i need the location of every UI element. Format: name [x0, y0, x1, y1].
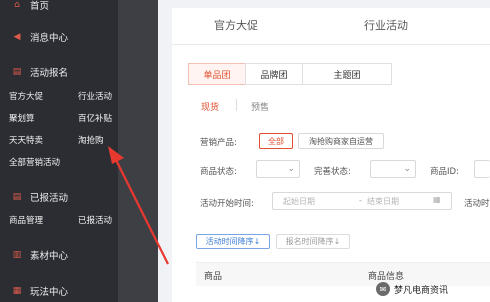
sidebar-item-messages[interactable]: ◀ 消息中心: [0, 28, 118, 46]
sidebar-item-assets[interactable]: ▥ 素材中心: [0, 246, 118, 264]
product-status-select[interactable]: ⌄: [256, 160, 300, 178]
sidebar-item-label: 首页: [30, 1, 50, 12]
sidebar-item-label: 素材中心: [30, 251, 69, 262]
product-status-label: 商品状态:: [200, 167, 237, 177]
tab-divider: [172, 44, 490, 45]
sort-by-activity-time[interactable]: 活动时间降序↓: [196, 234, 270, 249]
chevron-down-icon: ⌄: [403, 164, 411, 174]
tab-industry[interactable]: 行业活动: [364, 17, 408, 33]
document-icon: ▤: [12, 67, 22, 77]
sidebar-item-home[interactable]: ⌂ 首页: [0, 0, 118, 14]
activity-time-label: 活动时: [464, 199, 490, 209]
sidebar-gap: [118, 0, 158, 302]
watermark-text: 梦凡电商资讯: [394, 285, 449, 296]
sidebar-item-label: 活动报名: [30, 68, 69, 79]
completeness-select[interactable]: ⌄: [370, 160, 416, 178]
sidebar-sub-industry[interactable]: 行业活动: [78, 90, 112, 102]
sidebar-sub-subsidy[interactable]: 百亿补贴: [78, 112, 112, 124]
content-card: [172, 8, 490, 302]
subtab-separator: [236, 99, 237, 111]
chip-merchant-self[interactable]: 淘抢购商家自运营: [298, 133, 384, 149]
sidebar-item-activity-signup[interactable]: ▤ 活动报名: [0, 63, 118, 81]
sidebar-sub-all-marketing[interactable]: 全部营销活动: [9, 156, 60, 168]
document-icon: ▤: [12, 192, 22, 202]
sidebar-sub-daily-sale[interactable]: 天天特卖: [9, 134, 43, 146]
segment-single-product[interactable]: 单品团: [188, 63, 246, 85]
sidebar-sub-product-manage[interactable]: 商品管理: [9, 214, 43, 226]
sidebar-item-label: 已报活动: [30, 193, 69, 204]
tab-official-promo[interactable]: 官方大促: [214, 17, 258, 33]
box-icon: ▥: [12, 250, 22, 260]
subtab-in-stock[interactable]: 现货: [201, 100, 219, 113]
product-id-label: 商品ID:: [430, 167, 459, 177]
gift-icon: ▦: [12, 286, 22, 296]
start-date-placeholder: 起始日期: [283, 197, 315, 206]
watermark: ✉ 梦凡电商资讯: [376, 282, 448, 296]
col-product: 商品: [204, 272, 223, 282]
home-icon: ⌂: [14, 0, 20, 10]
sidebar-item-joined[interactable]: ▤ 已报活动: [0, 188, 118, 206]
segment-brand[interactable]: 品牌团: [245, 63, 303, 85]
sidebar: ⌂ 首页 ◀ 消息中心 ▤ 活动报名 官方大促 行业活动 聚划算 百亿补贴 天天…: [0, 0, 118, 302]
sidebar-item-label: 玩法中心: [30, 287, 69, 298]
calendar-icon: ▦: [433, 195, 441, 204]
sidebar-item-label: 消息中心: [30, 33, 69, 44]
start-time-label: 活动开始时间:: [200, 199, 254, 209]
chip-all[interactable]: 全部: [259, 133, 293, 149]
sidebar-sub-official-promo[interactable]: 官方大促: [9, 90, 43, 102]
completeness-label: 完善状态:: [314, 167, 351, 177]
col-product-info: 商品信息: [368, 272, 405, 282]
subtab-presale[interactable]: 预售: [251, 100, 269, 113]
speaker-icon: ◀: [13, 32, 21, 42]
wechat-icon: ✉: [376, 282, 390, 296]
date-dash: -: [359, 196, 362, 205]
date-range-picker[interactable]: 起始日期 - 结束日期 ▦: [272, 192, 452, 210]
end-date-placeholder: 结束日期: [367, 197, 399, 206]
sidebar-item-play[interactable]: ▦ 玩法中心: [0, 282, 118, 300]
sort-by-signup-time[interactable]: 报名时间降序↓: [276, 234, 350, 249]
sidebar-sub-joined[interactable]: 已报活动: [78, 214, 112, 226]
sidebar-sub-taoqianggou[interactable]: 淘抢购: [78, 134, 104, 146]
product-id-input[interactable]: [474, 160, 490, 178]
chevron-down-icon: ⌄: [287, 164, 295, 174]
sidebar-sub-juhuasuan[interactable]: 聚划算: [9, 112, 35, 124]
marketing-product-label: 营销产品:: [200, 138, 237, 148]
segment-theme[interactable]: 主题团: [302, 63, 392, 85]
